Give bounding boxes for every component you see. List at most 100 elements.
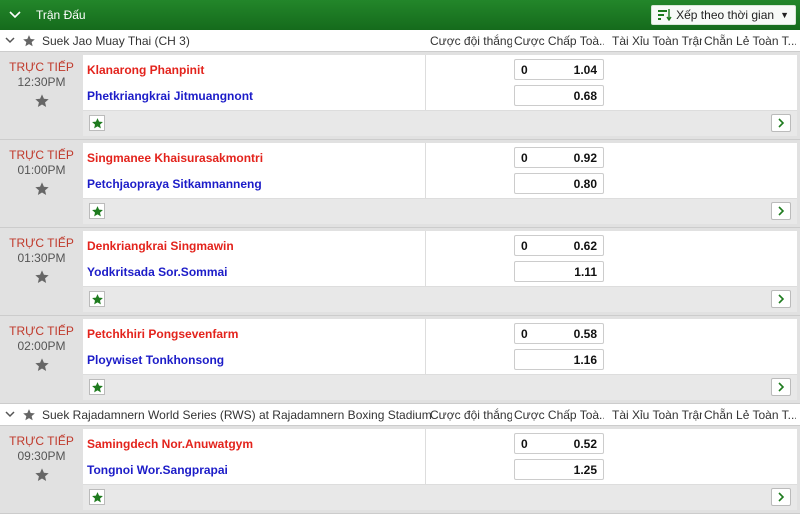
- star-icon[interactable]: [34, 467, 50, 486]
- match-time: 02:00PM: [17, 339, 66, 353]
- match-body: Singmanee Khaisurasakmontri Petchjaopray…: [83, 143, 797, 224]
- home-odds: 0.92: [573, 150, 597, 165]
- match-info: TRỰC TIẾP 09:30PM: [0, 426, 83, 513]
- handicap-value: 0: [521, 62, 528, 77]
- match-time: 01:00PM: [17, 163, 66, 177]
- match-row: TRỰC TIẾP 01:00PM Singmanee Khaisurasakm…: [0, 140, 800, 228]
- live-status: TRỰC TIẾP: [9, 324, 74, 338]
- home-odds: 0.52: [573, 436, 597, 451]
- handicap-value: 0: [521, 326, 528, 341]
- match-footer: [83, 198, 797, 224]
- match-info: TRỰC TIẾP 01:30PM: [0, 228, 83, 315]
- match-row: TRỰC TIẾP 09:30PM Samingdech Nor.Anuwatg…: [0, 426, 800, 514]
- favorite-star-icon[interactable]: [89, 115, 105, 131]
- away-team[interactable]: Petchjaopraya Sitkamnanneng: [87, 177, 262, 191]
- home-team[interactable]: Petchkhiri Pongsevenfarm: [87, 327, 238, 341]
- dropdown-caret-icon: ▼: [780, 10, 789, 20]
- home-odds-button[interactable]: 0 0.92: [514, 147, 604, 168]
- handicap-value: 0: [521, 238, 528, 253]
- header-bar: Trận Đấu Xếp theo thời gian ▼: [0, 0, 800, 30]
- star-icon[interactable]: [34, 181, 50, 200]
- handicap-value: 0: [521, 150, 528, 165]
- away-odds-button[interactable]: 0.68: [514, 85, 604, 106]
- home-odds-button[interactable]: 0 1.04: [514, 59, 604, 80]
- column-header: Chẵn Lẻ Toàn T...: [704, 34, 796, 48]
- column-divider: [425, 143, 426, 198]
- page-title: Trận Đấu: [36, 8, 86, 22]
- match-time: 12:30PM: [17, 75, 66, 89]
- home-odds-button[interactable]: 0 0.52: [514, 433, 604, 454]
- column-header: Chẵn Lẻ Toàn T...: [704, 408, 796, 422]
- home-team[interactable]: Samingdech Nor.Anuwatgym: [87, 437, 253, 451]
- match-info: TRỰC TIẾP 02:00PM: [0, 316, 83, 403]
- favorite-star-icon[interactable]: [89, 203, 105, 219]
- live-status: TRỰC TIẾP: [9, 434, 74, 448]
- home-team[interactable]: Singmanee Khaisurasakmontri: [87, 151, 263, 165]
- away-odds: 0.68: [573, 88, 597, 103]
- home-odds: 1.04: [573, 62, 597, 77]
- home-team[interactable]: Denkriangkrai Singmawin: [87, 239, 234, 253]
- more-bets-button[interactable]: [771, 378, 791, 396]
- star-icon[interactable]: [34, 357, 50, 376]
- sort-icon: [658, 9, 672, 22]
- away-odds: 1.25: [573, 462, 597, 477]
- match-body: Klanarong Phanpinit Phetkriangkrai Jitmu…: [83, 55, 797, 136]
- match-row: TRỰC TIẾP 12:30PM Klanarong Phanpinit Ph…: [0, 52, 800, 140]
- league-name: Suek Rajadamnern World Series (RWS) at R…: [42, 407, 432, 422]
- away-odds-button[interactable]: 1.25: [514, 459, 604, 480]
- away-team[interactable]: Yodkritsada Sor.Sommai: [87, 265, 228, 279]
- away-odds: 1.16: [573, 352, 597, 367]
- column-header: Tài Xỉu Toàn Trận: [612, 408, 702, 422]
- star-icon[interactable]: [20, 34, 38, 48]
- league-header[interactable]: Suek Jao Muay Thai (CH 3) Cược đội thắng C…: [0, 30, 800, 52]
- match-footer: [83, 110, 797, 136]
- favorite-star-icon[interactable]: [89, 489, 105, 505]
- match-body: Petchkhiri Pongsevenfarm Ploywiset Tonkh…: [83, 319, 797, 400]
- league-header[interactable]: Suek Rajadamnern World Series (RWS) at R…: [0, 404, 800, 426]
- more-bets-button[interactable]: [771, 114, 791, 132]
- away-odds: 0.80: [573, 176, 597, 191]
- match-list: Suek Jao Muay Thai (CH 3) Cược đội thắng C…: [0, 30, 800, 514]
- chevron-down-icon[interactable]: [0, 37, 20, 44]
- live-status: TRỰC TIẾP: [9, 148, 74, 162]
- column-header: Cược Chấp Toà...: [514, 408, 604, 422]
- column-header: Cược Chấp Toà...: [514, 34, 604, 48]
- more-bets-button[interactable]: [771, 488, 791, 506]
- away-team[interactable]: Tongnoi Wor.Sangprapai: [87, 463, 228, 477]
- home-odds: 0.62: [573, 238, 597, 253]
- column-divider: [425, 231, 426, 286]
- away-team[interactable]: Ploywiset Tonkhonsong: [87, 353, 224, 367]
- handicap-value: 0: [521, 436, 528, 451]
- column-header: Cược đội thắng: [430, 34, 512, 48]
- live-status: TRỰC TIẾP: [9, 236, 74, 250]
- match-footer: [83, 286, 797, 312]
- home-odds-button[interactable]: 0 0.58: [514, 323, 604, 344]
- chevron-down-icon[interactable]: [0, 411, 20, 418]
- star-icon[interactable]: [34, 93, 50, 112]
- away-odds-button[interactable]: 1.16: [514, 349, 604, 370]
- match-body: Denkriangkrai Singmawin Yodkritsada Sor.…: [83, 231, 797, 312]
- more-bets-button[interactable]: [771, 202, 791, 220]
- match-info: TRỰC TIẾP 01:00PM: [0, 140, 83, 227]
- chevron-down-icon[interactable]: [8, 8, 22, 22]
- column-header: Tài Xỉu Toàn Trận: [612, 34, 702, 48]
- match-time: 01:30PM: [17, 251, 66, 265]
- favorite-star-icon[interactable]: [89, 291, 105, 307]
- away-odds: 1.11: [574, 264, 597, 279]
- match-footer: [83, 484, 797, 510]
- away-team[interactable]: Phetkriangkrai Jitmuangnont: [87, 89, 253, 103]
- star-icon[interactable]: [34, 269, 50, 288]
- column-divider: [425, 55, 426, 110]
- away-odds-button[interactable]: 1.11: [514, 261, 604, 282]
- more-bets-button[interactable]: [771, 290, 791, 308]
- match-row: TRỰC TIẾP 01:30PM Denkriangkrai Singmawi…: [0, 228, 800, 316]
- favorite-star-icon[interactable]: [89, 379, 105, 395]
- sort-dropdown[interactable]: Xếp theo thời gian ▼: [651, 5, 796, 25]
- home-odds-button[interactable]: 0 0.62: [514, 235, 604, 256]
- home-team[interactable]: Klanarong Phanpinit: [87, 63, 204, 77]
- match-footer: [83, 374, 797, 400]
- sort-label: Xếp theo thời gian: [676, 8, 775, 22]
- star-icon[interactable]: [20, 408, 38, 422]
- home-odds: 0.58: [573, 326, 597, 341]
- away-odds-button[interactable]: 0.80: [514, 173, 604, 194]
